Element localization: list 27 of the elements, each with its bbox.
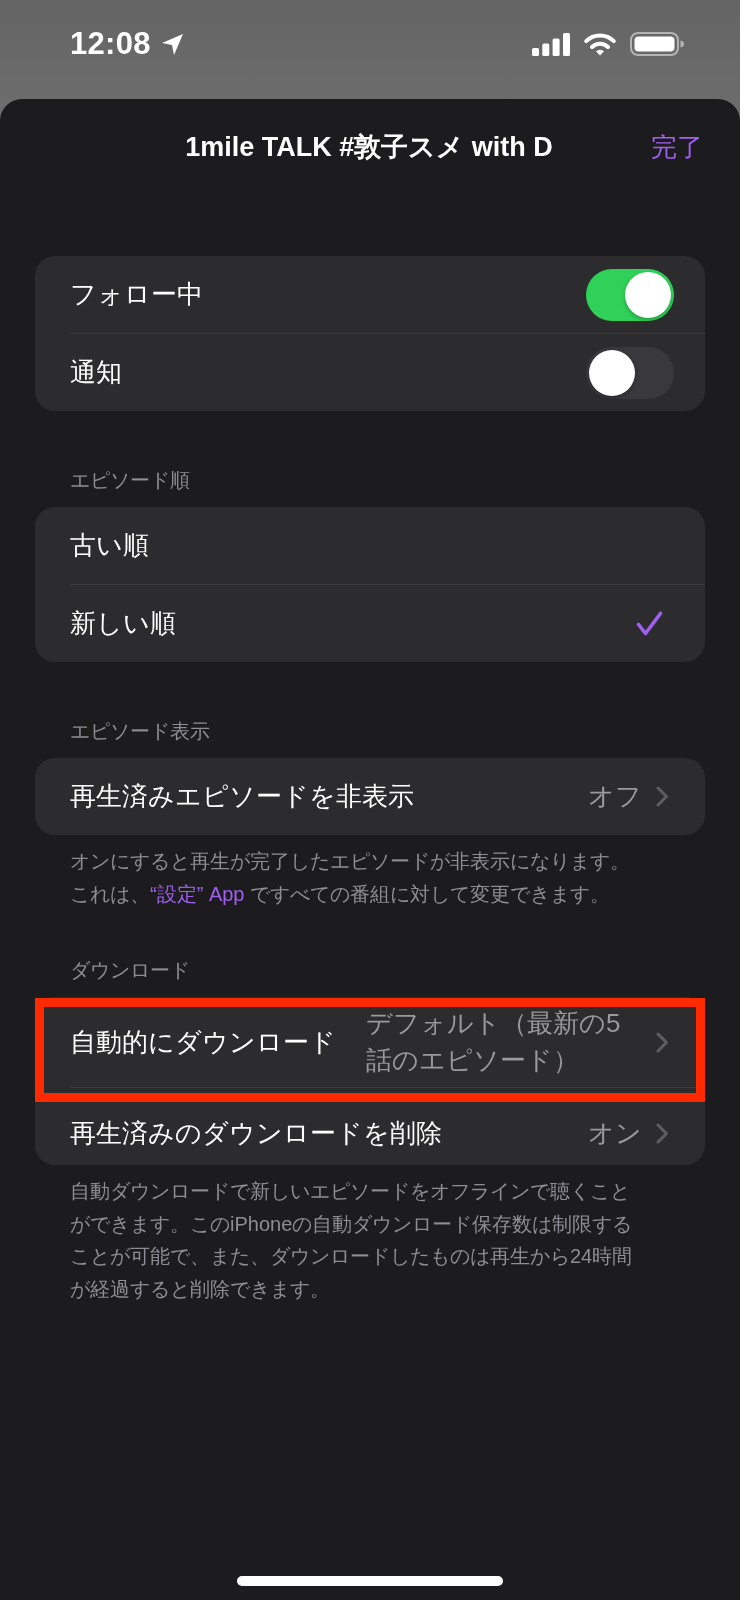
section-header: ダウンロード [69, 958, 191, 983]
row-label: フォロー中 [70, 278, 203, 311]
sort-option[interactable]: 新しい順 [35, 585, 705, 662]
row-value: デフォルト（最新の5話のエピソード） [366, 1007, 622, 1077]
location-arrow-icon [160, 32, 184, 56]
sheet-title: 1mile TALK #敦子スメ with D [185, 131, 553, 164]
settings-link[interactable]: “設定” App [150, 882, 245, 905]
disclosure-row[interactable]: 自動的にダウンロード デフォルト（最新の5話のエピソード） [35, 997, 705, 1102]
toggle-switch[interactable] [586, 268, 674, 321]
status-time: 12:08 [70, 27, 151, 61]
chevron-icon [656, 786, 669, 807]
disclosure-row[interactable]: 再生済みのダウンロードを削除 オン [35, 1102, 705, 1165]
row-value: オン [588, 1117, 642, 1150]
footer-text: 自動ダウンロードで新しいエピソードをオフラインで聴くことができます。このiPhoneの自動ダウンロード保存数は制限することが可能で、また、ダウンロードしたものは再生から24時間が経過すると削除できます。 [70, 1179, 634, 1302]
sort-option[interactable]: 古い順 [35, 507, 705, 584]
chevron-icon [656, 1031, 669, 1053]
wifi-icon [583, 32, 617, 56]
section-header: エピソード順 [69, 468, 191, 493]
footer-text: オンにすると再生が完了したエピソードが非表示になります。これは、“設定” App ですべての番組に対して変更できます。 [70, 849, 631, 907]
section-header: エピソード表示 [69, 719, 211, 744]
row-label: 通知 [70, 356, 122, 389]
signal-icon [532, 32, 570, 56]
battery-icon [630, 32, 684, 56]
row-value: オフ [588, 780, 642, 813]
disclosure-row[interactable]: 再生済みエピソードを非表示 オフ [35, 758, 705, 835]
done-button[interactable]: 完了 [651, 130, 703, 164]
chevron-icon [656, 1123, 669, 1144]
